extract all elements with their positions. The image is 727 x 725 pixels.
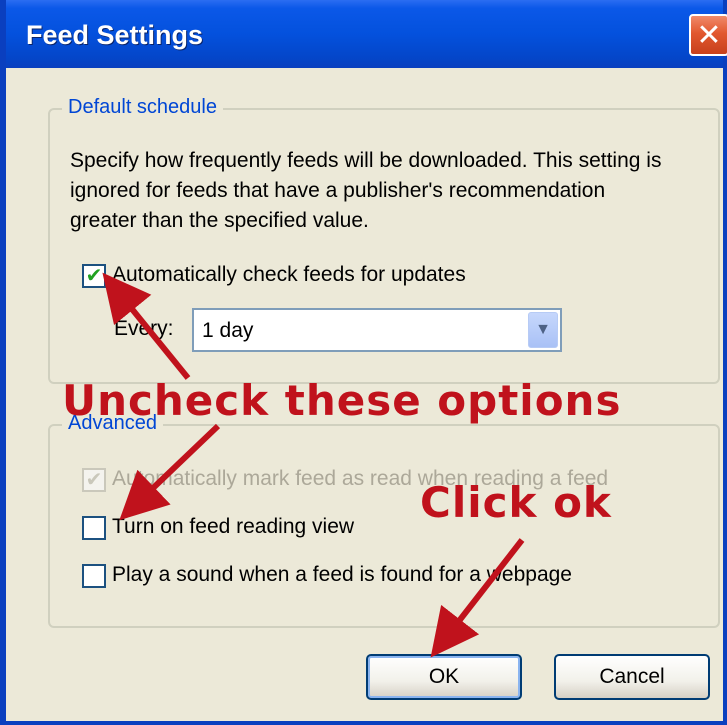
feed-settings-dialog: Feed Settings ✕ Default schedule Specify…: [0, 0, 727, 725]
arrow-to-auto-check: [102, 272, 191, 380]
arrow-to-reading-view: [119, 423, 221, 521]
arrow-to-ok-button: [430, 538, 525, 658]
annotation-arrows: [102, 272, 525, 658]
